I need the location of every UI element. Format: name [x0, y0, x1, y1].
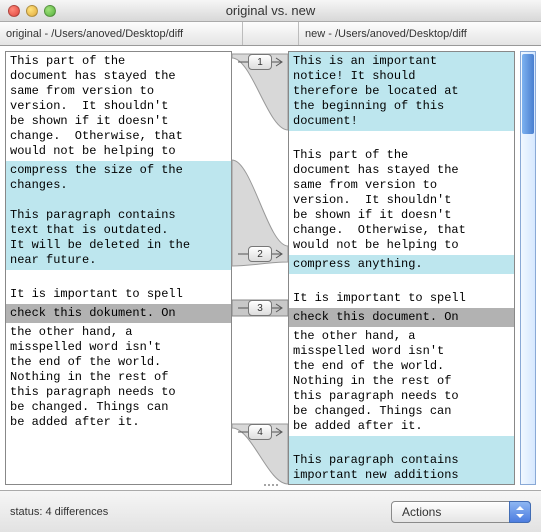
header-gap — [243, 22, 299, 45]
diff-line: check this dokument. On — [6, 304, 231, 323]
minimize-icon[interactable] — [26, 5, 38, 17]
zoom-icon[interactable] — [44, 5, 56, 17]
diff-marker-4[interactable]: 4 — [248, 424, 272, 440]
text-block: It is important to spell — [6, 270, 231, 304]
left-pane[interactable]: This part of the document has stayed the… — [5, 51, 232, 485]
split-grip-icon[interactable] — [251, 481, 291, 489]
dropdown-arrow-icon[interactable] — [509, 501, 531, 523]
diff-gutter: 1 2 3 4 — [232, 46, 288, 490]
vertical-scrollbar[interactable] — [520, 51, 536, 485]
text-block: the other hand, a misspelled word isn't … — [289, 327, 514, 436]
file-header-row: original - /Users/anoved/Desktop/diff ne… — [0, 22, 541, 46]
window-title: original vs. new — [0, 3, 541, 18]
diff-block: This paragraph contains important new ad… — [289, 436, 514, 485]
left-file-path: original - /Users/anoved/Desktop/diff — [0, 22, 243, 45]
window-controls — [8, 5, 56, 17]
diff-block: compress the size of the changes. This p… — [6, 161, 231, 270]
diff-marker-2[interactable]: 2 — [248, 246, 272, 262]
text-block: the other hand, a misspelled word isn't … — [6, 323, 231, 432]
diff-content: This part of the document has stayed the… — [0, 46, 541, 490]
text-block: This part of the document has stayed the… — [6, 52, 231, 161]
close-icon[interactable] — [8, 5, 20, 17]
window-titlebar: original vs. new — [0, 0, 541, 22]
diff-marker-3[interactable]: 3 — [248, 300, 272, 316]
right-file-path: new - /Users/anoved/Desktop/diff — [299, 22, 541, 45]
text-block: It is important to spell — [289, 274, 514, 308]
diff-line: check this document. On — [289, 308, 514, 327]
footer-bar: status: 4 differences Actions — [0, 490, 541, 532]
status-text: status: 4 differences — [10, 506, 108, 518]
text-block: This part of the document has stayed the… — [289, 131, 514, 255]
diff-block: compress anything. — [289, 255, 514, 274]
scrollbar-thumb[interactable] — [522, 54, 534, 134]
diff-block: This is an important notice! It should t… — [289, 52, 514, 131]
diff-marker-1[interactable]: 1 — [248, 54, 272, 70]
right-pane[interactable]: This is an important notice! It should t… — [288, 51, 515, 485]
actions-menu[interactable]: Actions — [391, 501, 531, 523]
